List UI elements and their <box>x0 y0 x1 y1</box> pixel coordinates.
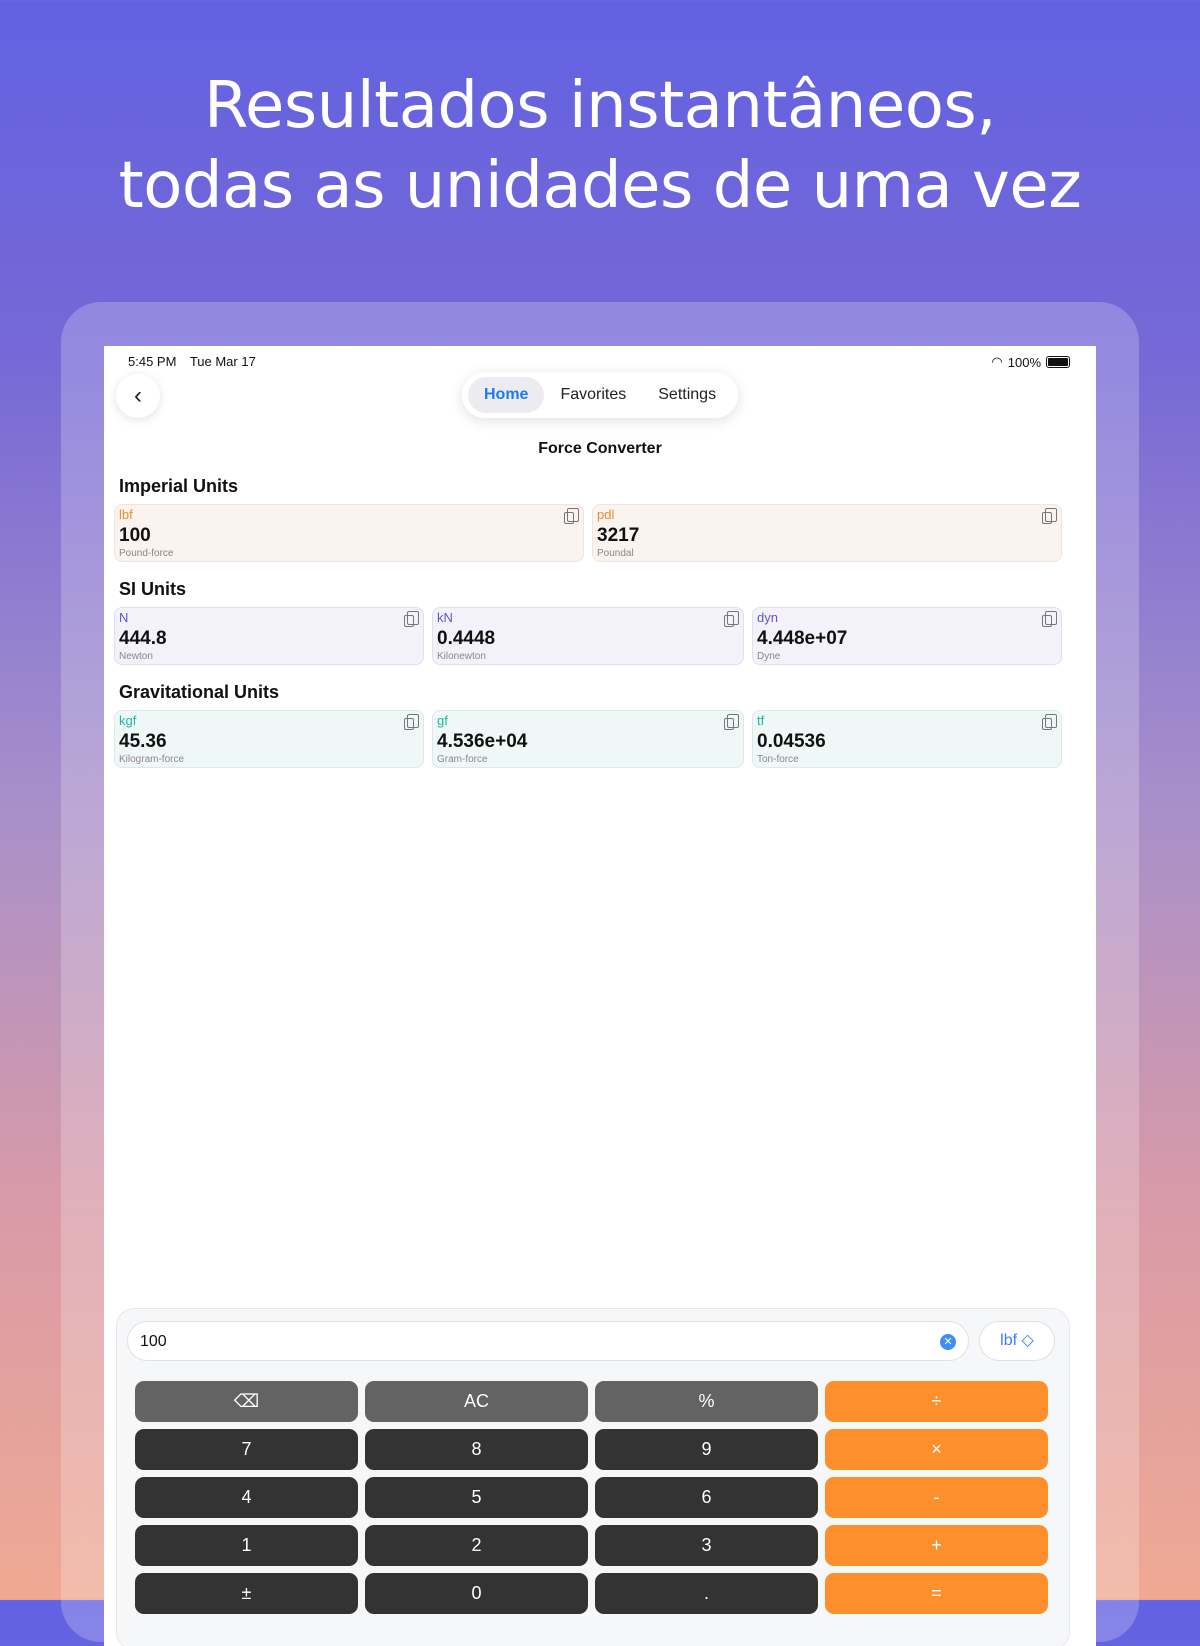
unit-card-dyn[interactable]: dyn 4.448e+07 Dyne <box>752 607 1062 665</box>
unit-symbol: dyn <box>757 610 778 625</box>
headline-line-2: todas as unidades de uma vez <box>118 149 1082 223</box>
unit-value: 4.448e+07 <box>757 628 848 649</box>
section-title-imperial: Imperial Units <box>119 476 239 496</box>
copy-icon[interactable] <box>1042 611 1057 627</box>
key-percent[interactable]: % <box>595 1381 818 1422</box>
unit-name: Poundal <box>597 548 634 559</box>
key-plus-minus[interactable]: ± <box>135 1573 358 1614</box>
back-button[interactable]: ‹ <box>116 374 160 418</box>
unit-name: Gram-force <box>437 754 488 765</box>
unit-symbol: kN <box>437 610 453 625</box>
key-multiply[interactable]: × <box>825 1429 1048 1470</box>
wifi-icon: ◠ <box>991 354 1003 369</box>
tab-favorites[interactable]: Favorites <box>544 377 642 413</box>
unit-symbol: lbf <box>119 507 133 522</box>
unit-card-gf[interactable]: gf 4.536e+04 Gram-force <box>432 710 744 768</box>
copy-icon[interactable] <box>1042 714 1057 730</box>
section-title-si: SI Units <box>119 579 187 599</box>
key-backspace[interactable]: ⌫ <box>135 1381 358 1422</box>
unit-value: 100 <box>119 525 151 546</box>
unit-symbol: pdl <box>597 507 615 522</box>
key-8[interactable]: 8 <box>365 1429 588 1470</box>
key-decimal[interactable]: . <box>595 1573 818 1614</box>
key-9[interactable]: 9 <box>595 1429 818 1470</box>
unit-card-n[interactable]: N 444.8 Newton <box>114 607 424 665</box>
battery-percent: 100% <box>1007 354 1041 370</box>
key-6[interactable]: 6 <box>595 1477 818 1518</box>
unit-selector[interactable]: lbf ◇ <box>979 1321 1055 1361</box>
page-title: Force Converter <box>538 440 662 457</box>
app-screen: 5:45 PM Tue Mar 17 ◠ 100% ‹ Home Favorit… <box>104 346 1096 1646</box>
copy-icon[interactable] <box>724 611 739 627</box>
unit-value: 0.04536 <box>757 731 826 752</box>
unit-card-lbf[interactable]: lbf 100 Pound-force <box>114 504 584 562</box>
clear-input-icon[interactable]: ✕ <box>940 1334 956 1350</box>
key-3[interactable]: 3 <box>595 1525 818 1566</box>
key-5[interactable]: 5 <box>365 1477 588 1518</box>
status-date: Tue Mar 17 <box>189 354 256 369</box>
copy-icon[interactable] <box>724 714 739 730</box>
key-subtract[interactable]: - <box>825 1477 1048 1518</box>
unit-symbol: N <box>119 610 129 625</box>
unit-card-pdl[interactable]: pdl 3217 Poundal <box>592 504 1062 562</box>
key-add[interactable]: + <box>825 1525 1048 1566</box>
key-divide[interactable]: ÷ <box>825 1381 1048 1422</box>
unit-value: 0.4448 <box>437 628 496 649</box>
unit-value: 444.8 <box>119 628 167 649</box>
unit-card-kgf[interactable]: kgf 45.36 Kilogram-force <box>114 710 424 768</box>
copy-icon[interactable] <box>404 714 419 730</box>
status-time: 5:45 PM <box>128 354 177 369</box>
value-input[interactable]: 100 ✕ <box>127 1321 969 1361</box>
unit-value: 4.536e+04 <box>437 731 528 752</box>
headline-line-1: Resultados instantâneos, <box>203 69 997 143</box>
section-title-gravitational: Gravitational Units <box>119 682 280 702</box>
copy-icon[interactable] <box>404 611 419 627</box>
key-2[interactable]: 2 <box>365 1525 588 1566</box>
status-bar-right: ◠ 100% <box>991 354 1070 370</box>
unit-name: Ton-force <box>757 754 799 765</box>
battery-icon <box>1046 356 1070 368</box>
headline: Resultados instantâneos, todas as unidad… <box>0 66 1200 226</box>
key-1[interactable]: 1 <box>135 1525 358 1566</box>
status-bar-left: 5:45 PM Tue Mar 17 <box>128 354 266 369</box>
chevron-left-icon: ‹ <box>134 382 142 409</box>
key-equals[interactable]: = <box>825 1573 1048 1614</box>
copy-icon[interactable] <box>564 508 579 524</box>
unit-name: Kilonewton <box>437 651 486 662</box>
unit-name: Pound-force <box>119 548 174 559</box>
key-7[interactable]: 7 <box>135 1429 358 1470</box>
tab-settings[interactable]: Settings <box>642 377 732 413</box>
tab-bar: Home Favorites Settings <box>462 372 739 418</box>
unit-name: Dyne <box>757 651 781 662</box>
unit-value: 45.36 <box>119 731 167 752</box>
copy-icon[interactable] <box>1042 508 1057 524</box>
unit-symbol: kgf <box>119 713 137 728</box>
unit-symbol: gf <box>437 713 448 728</box>
tab-home[interactable]: Home <box>468 377 545 413</box>
key-4[interactable]: 4 <box>135 1477 358 1518</box>
calculator-panel: 100 ✕ lbf ◇ ⌫ AC % ÷ 7 8 9 × 4 5 6 - 1 2… <box>116 1308 1070 1646</box>
unit-card-tf[interactable]: tf 0.04536 Ton-force <box>752 710 1062 768</box>
unit-symbol: tf <box>757 713 765 728</box>
unit-name: Newton <box>119 651 153 662</box>
key-0[interactable]: 0 <box>365 1573 588 1614</box>
unit-card-kn[interactable]: kN 0.4448 Kilonewton <box>432 607 744 665</box>
unit-value: 3217 <box>597 525 640 546</box>
key-clear-all[interactable]: AC <box>365 1381 588 1422</box>
unit-name: Kilogram-force <box>119 754 185 765</box>
input-value: 100 <box>140 1333 167 1350</box>
